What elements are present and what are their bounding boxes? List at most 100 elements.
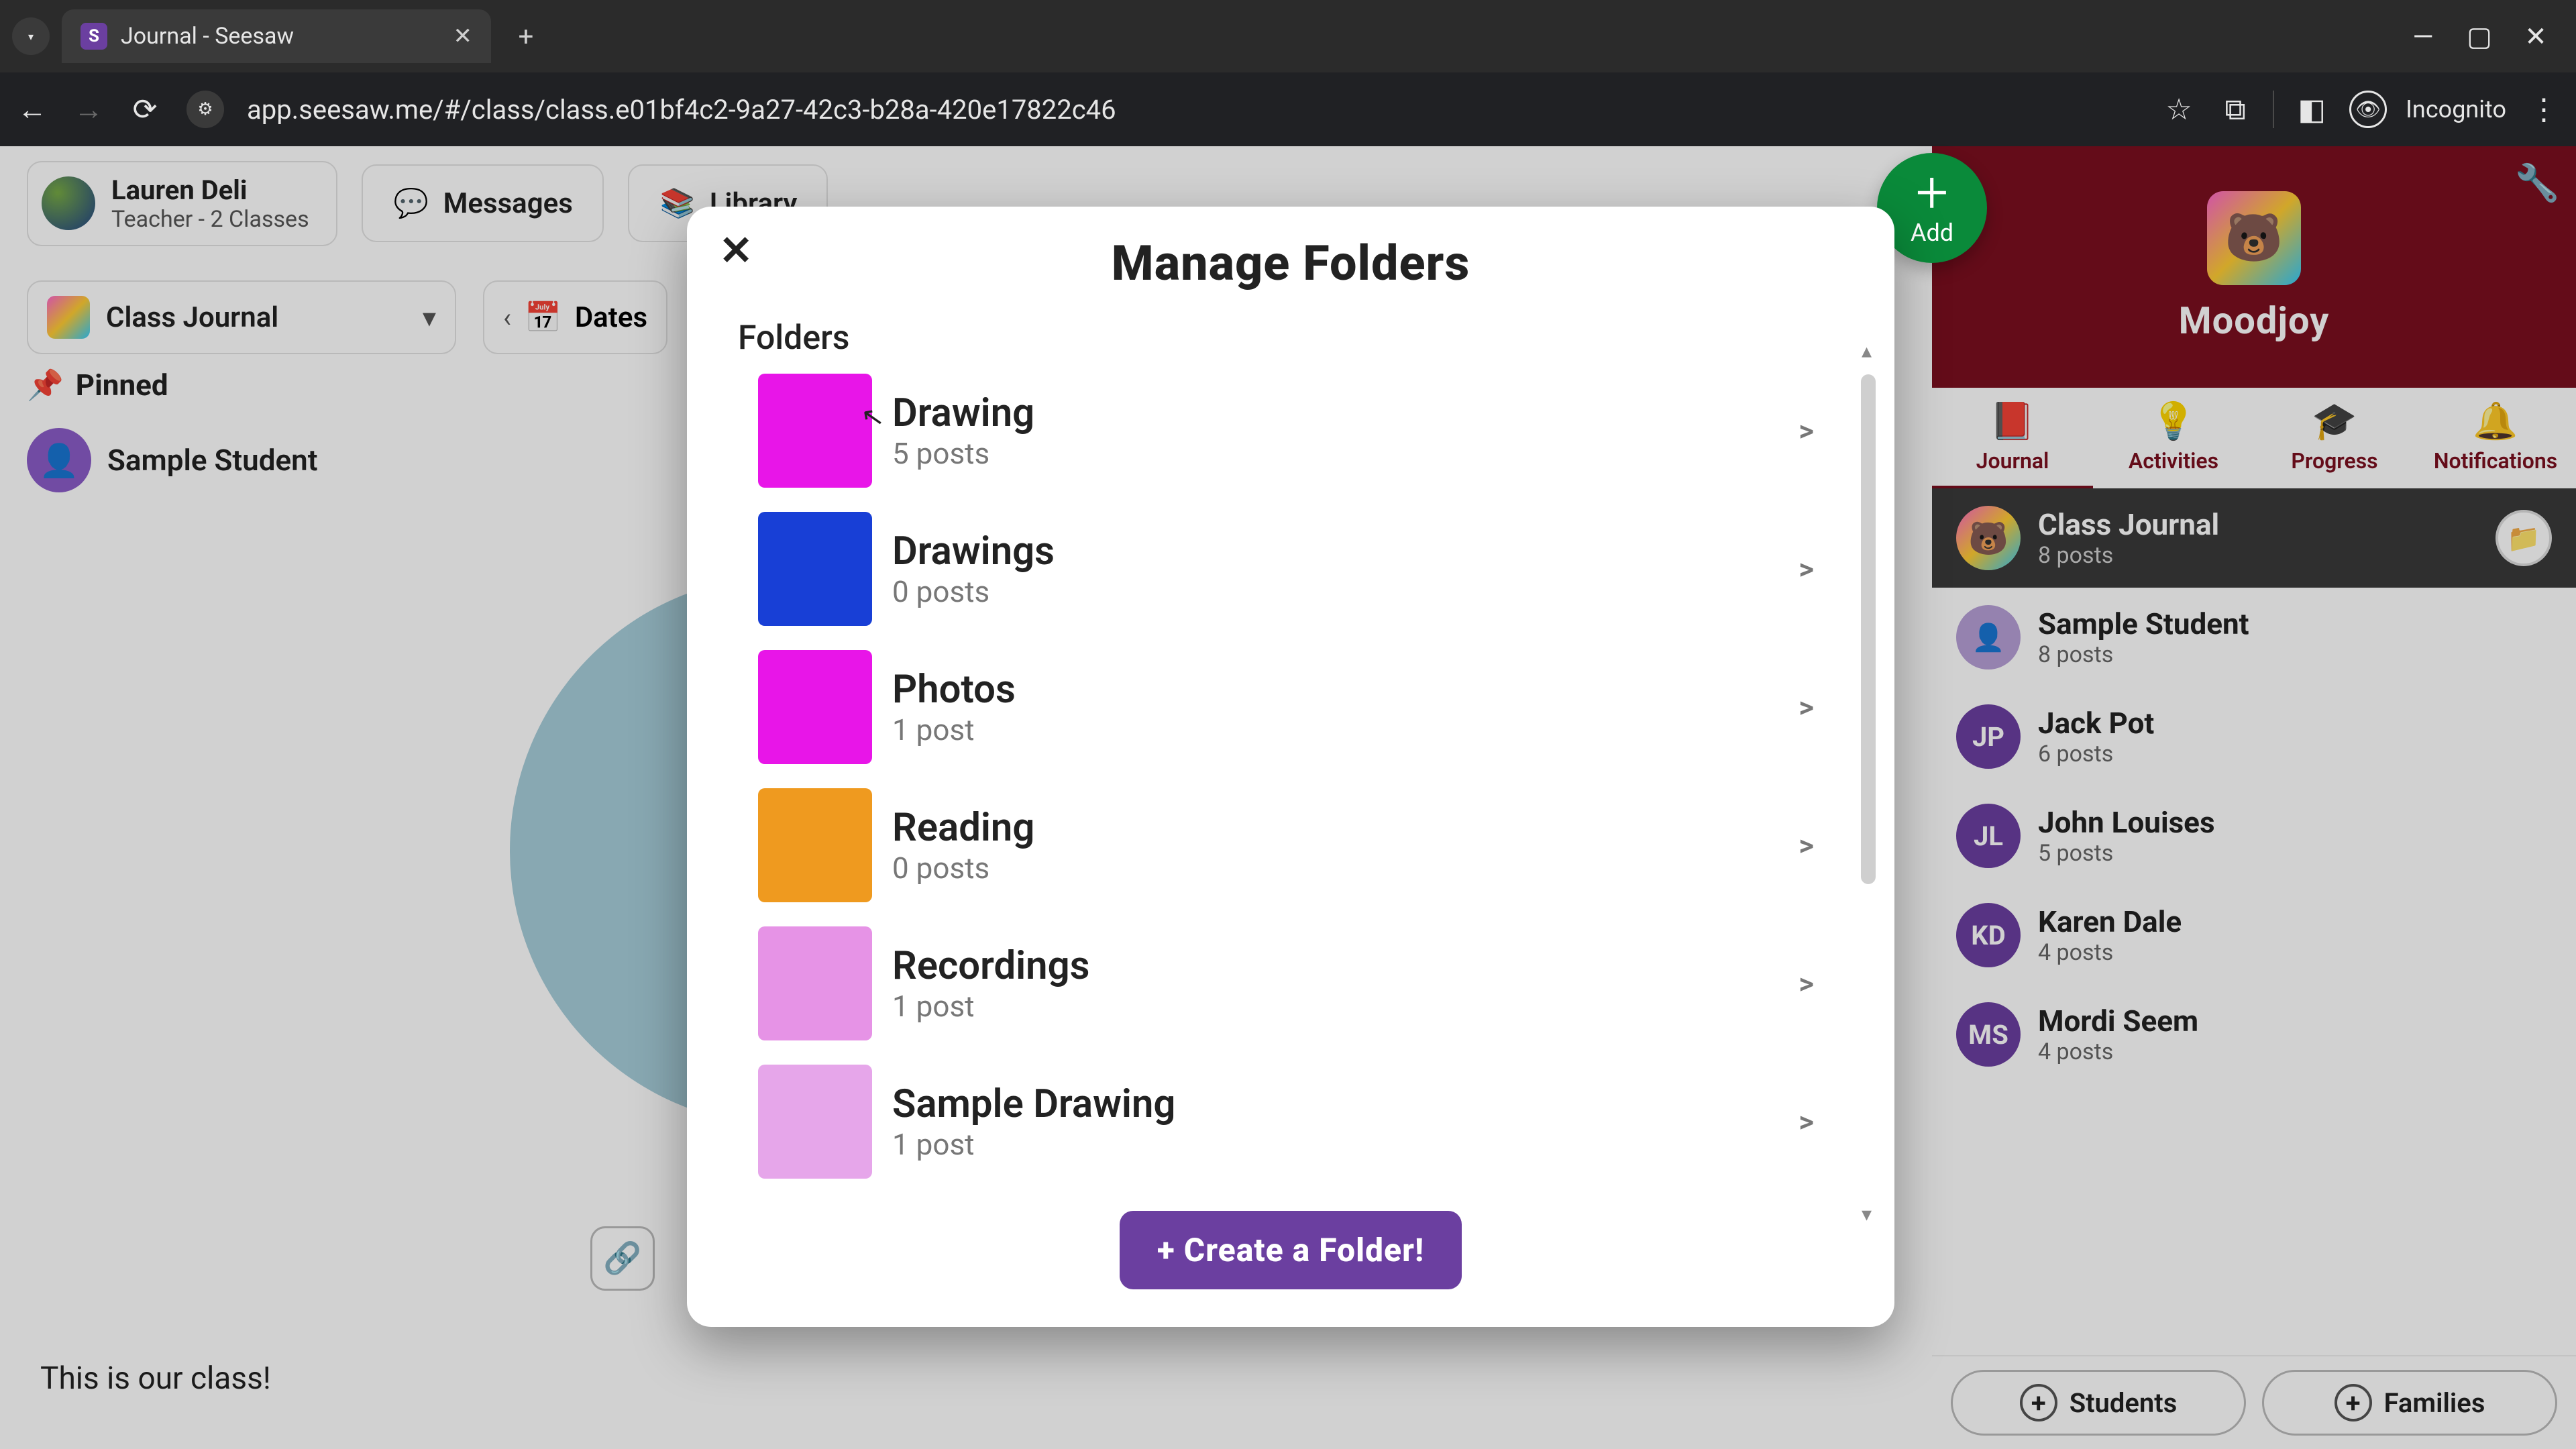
add-label: Add [1911, 219, 1953, 247]
folder-row[interactable]: Recordings1 post> [738, 914, 1854, 1053]
create-folder-button[interactable]: + Create a Folder! [1120, 1211, 1462, 1289]
tabs-dropdown-button[interactable]: ▾ [12, 17, 50, 55]
student-list-row[interactable]: MSMordi Seem4 posts [1932, 985, 2576, 1084]
tab-progress[interactable]: 🎓 Progress [2254, 388, 2415, 488]
students-button[interactable]: + Students [1951, 1370, 2246, 1436]
tab-strip: ▾ S Journal - Seesaw ✕ + ― ▢ ✕ [0, 0, 2576, 72]
manage-folders-modal: ✕ Manage Folders ▴ Folders ↖ Drawing5 po… [687, 207, 1894, 1327]
row-post-count: 5 posts [2038, 840, 2215, 867]
row-name: Sample Student [2038, 606, 2249, 641]
folder-name: Photos [892, 667, 1016, 712]
student-name: Sample Student [107, 443, 318, 478]
student-list-row[interactable]: 🐻Class Journal8 posts📁 [1932, 488, 2576, 588]
messages-icon: 💬 [392, 184, 430, 222]
reload-icon[interactable]: ⟳ [126, 91, 164, 128]
kebab-menu-icon[interactable]: ⋮ [2525, 91, 2563, 128]
row-avatar: JP [1956, 704, 2021, 769]
chevron-down-icon: ▾ [423, 302, 436, 333]
folder-row[interactable]: Drawing5 posts> [738, 362, 1854, 500]
chevron-right-icon: > [1799, 828, 1814, 863]
folder-row[interactable]: Reading0 posts > [738, 776, 1854, 914]
folder-name: Drawings [892, 529, 1055, 574]
tab-title: Journal - Seesaw [121, 23, 440, 50]
folder-list: Drawing5 posts>Drawings0 posts>Photos1 p… [687, 362, 1894, 1191]
folder-post-count: 1 post [892, 1127, 1175, 1162]
incognito-label: Incognito [2406, 95, 2506, 123]
student-list-row[interactable]: JLJohn Louises5 posts [1932, 786, 2576, 885]
bell-icon: 🔔 [2473, 400, 2518, 443]
browser-tab[interactable]: S Journal - Seesaw ✕ [62, 9, 491, 63]
side-panel-icon[interactable]: ◧ [2293, 91, 2330, 128]
folder-name: Recordings [892, 943, 1089, 989]
chevron-right-icon: > [1799, 551, 1814, 586]
row-avatar: 👤 [1956, 605, 2021, 669]
folder-badge-icon[interactable]: 📁 [2496, 510, 2552, 566]
forward-icon[interactable]: → [70, 91, 107, 128]
post-author-row[interactable]: 👤 Sample Student [27, 428, 318, 492]
folder-row[interactable]: Drawings0 posts> [738, 500, 1854, 638]
plus-circle-icon: + [2020, 1384, 2057, 1421]
folder-row[interactable]: Photos1 post> [738, 638, 1854, 776]
plus-icon: + [1916, 169, 1949, 216]
scrollbar-thumb[interactable] [1861, 374, 1876, 884]
row-avatar: MS [1956, 1002, 2021, 1067]
tab-notifications[interactable]: 🔔 Notifications [2415, 388, 2576, 488]
divider [2273, 91, 2274, 128]
student-list-row[interactable]: JPJack Pot6 posts [1932, 687, 2576, 786]
folder-post-count: 0 posts [892, 851, 1034, 885]
families-button[interactable]: + Families [2262, 1370, 2557, 1436]
bookmark-star-icon[interactable]: ☆ [2160, 91, 2198, 128]
families-label: Families [2384, 1387, 2485, 1419]
attach-link-button[interactable]: 🔗 [590, 1226, 655, 1291]
chevron-left-icon[interactable]: ‹ [503, 302, 511, 333]
messages-tab[interactable]: 💬 Messages [362, 164, 604, 242]
student-list-row[interactable]: KDKaren Dale4 posts [1932, 885, 2576, 985]
user-chip[interactable]: Lauren Deli Teacher - 2 Classes [27, 161, 337, 246]
post-caption: This is our class! [40, 1360, 271, 1397]
scroll-up-icon[interactable]: ▴ [1862, 339, 1872, 363]
tab-progress-label: Progress [2291, 448, 2377, 474]
folders-section-label: Folders [687, 292, 1894, 362]
back-icon[interactable]: ← [13, 91, 51, 128]
incognito-icon: 👁 [2349, 91, 2387, 128]
browser-chrome: ▾ S Journal - Seesaw ✕ + ― ▢ ✕ ← → ⟳ ⚙ a… [0, 0, 2576, 146]
scroll-down-icon[interactable]: ▾ [1862, 1203, 1872, 1226]
tab-activities[interactable]: 💡 Activities [2093, 388, 2254, 488]
link-icon: 🔗 [603, 1240, 641, 1277]
folder-color-swatch [758, 1065, 872, 1179]
messages-label: Messages [443, 187, 573, 220]
pinned-label: Pinned [76, 368, 168, 402]
chevron-down-icon: ▾ [28, 30, 34, 43]
tab-journal[interactable]: 📕 Journal [1932, 388, 2093, 488]
row-post-count: 8 posts [2038, 542, 2219, 569]
class-avatar: 🐻 [2207, 191, 2301, 285]
maximize-icon[interactable]: ▢ [2466, 21, 2493, 52]
user-name: Lauren Deli [111, 174, 309, 206]
folder-post-count: 5 posts [892, 436, 1034, 471]
row-name: Mordi Seem [2038, 1004, 2198, 1038]
student-list-row[interactable]: 👤Sample Student8 posts [1932, 588, 2576, 687]
folder-row[interactable]: Sample Drawing1 post> [738, 1053, 1854, 1191]
class-journal-dropdown[interactable]: Class Journal ▾ [27, 280, 456, 354]
close-icon[interactable]: ✕ [2522, 21, 2549, 52]
site-settings-icon[interactable]: ⚙ [186, 91, 224, 128]
folder-color-swatch [758, 926, 872, 1040]
folder-color-swatch [758, 788, 872, 902]
app-viewport: Lauren Deli Teacher - 2 Classes 💬 Messag… [0, 146, 2576, 1449]
tab-journal-label: Journal [1976, 448, 2049, 474]
new-tab-button[interactable]: + [507, 17, 545, 55]
tab-close-icon[interactable]: ✕ [453, 23, 473, 50]
dates-picker[interactable]: ‹ 📅 Dates [483, 280, 667, 354]
extensions-icon[interactable]: ⧉ [2216, 91, 2254, 128]
settings-wrench-icon[interactable]: 🔧 [2515, 162, 2560, 205]
minimize-icon[interactable]: ― [2410, 21, 2436, 52]
url-field[interactable]: app.seesaw.me/#/class/class.e01bf4c2-9a2… [240, 94, 2144, 125]
address-bar: ← → ⟳ ⚙ app.seesaw.me/#/class/class.e01b… [0, 72, 2576, 146]
modal-close-button[interactable]: ✕ [719, 227, 753, 274]
folder-name: Sample Drawing [892, 1081, 1175, 1127]
class-banner: 🔧 🐻 Moodjoy [1932, 146, 2576, 388]
folder-name: Reading [892, 805, 1034, 851]
class-name: Moodjoy [2179, 299, 2330, 343]
class-panel-tabs: 📕 Journal 💡 Activities 🎓 Progress 🔔 Noti… [1932, 388, 2576, 488]
row-name: Karen Dale [2038, 904, 2182, 939]
